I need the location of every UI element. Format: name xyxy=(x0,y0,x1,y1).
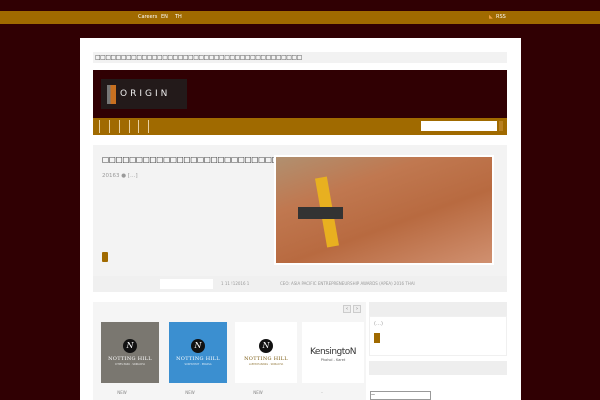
project-sub: Phahol - Karet xyxy=(320,357,346,362)
project-sub: SUKHUMVIT · PRAKSA xyxy=(184,363,212,366)
next-arrow-icon[interactable]: › xyxy=(353,305,361,313)
read-more-button[interactable] xyxy=(102,252,108,262)
logo-text: ORIGIN xyxy=(120,89,171,99)
nav-item[interactable] xyxy=(99,120,100,133)
project-card[interactable]: N NOTTING HILL LAEMCHABANG · SRIRACHA xyxy=(235,322,297,383)
project-logo-icon: N xyxy=(123,339,137,353)
search-input[interactable] xyxy=(421,121,497,131)
rss-link[interactable]: RSS xyxy=(496,14,506,20)
careers-link[interactable]: Careers xyxy=(138,14,157,20)
ticker-input[interactable] xyxy=(160,279,213,289)
project-logo-icon: N xyxy=(259,339,273,353)
prev-arrow-icon[interactable]: ‹ xyxy=(343,305,351,313)
project-card[interactable]: N NOTTING HILL CITIES PARK · SRIRACHA xyxy=(101,322,159,383)
project-label: NEW xyxy=(117,390,127,395)
rss-icon: ◣ xyxy=(489,14,493,20)
lang-en-link[interactable]: EN xyxy=(161,14,168,20)
sidebar-input[interactable]: — xyxy=(370,391,431,400)
logo[interactable]: ORIGIN xyxy=(101,79,187,109)
news-ticker[interactable]: CEO: ASIA PACIFIC ENTREPRENEURSHIP AWARD… xyxy=(280,281,415,286)
project-sub: LAEMCHABANG · SRIRACHA xyxy=(248,363,284,366)
nav-item[interactable] xyxy=(138,120,139,133)
project-label: NEW xyxy=(185,390,195,395)
project-name: NOTTING HILL xyxy=(108,356,152,362)
project-sub: CITIES PARK · SRIRACHA xyxy=(114,363,146,366)
top-bar: Careers EN TH ◣ RSS xyxy=(0,11,600,24)
project-card[interactable]: KensingtoN Phahol - Karet xyxy=(302,322,364,383)
project-name: KensingtoN xyxy=(309,346,357,357)
sidebar-header xyxy=(369,302,507,316)
sidebar-button[interactable] xyxy=(374,333,380,343)
nav-item[interactable] xyxy=(129,120,130,133)
ticker-bar: 1 11 !12016 1 CEO: ASIA PACIFIC ENTREPRE… xyxy=(93,276,507,292)
nav-item[interactable] xyxy=(119,120,120,133)
project-label: - xyxy=(321,390,323,395)
nav-item[interactable] xyxy=(148,120,149,133)
project-label: NEW xyxy=(253,390,263,395)
nav-item[interactable] xyxy=(109,120,110,133)
project-name: NOTTING HILL xyxy=(244,356,288,362)
search-button[interactable] xyxy=(499,121,503,131)
sidebar-excerpt: (…) xyxy=(374,321,383,327)
project-logo-icon: N xyxy=(191,339,205,353)
notice-bar: □□□□□□□□□□□□□□□□□□□□□□□□□□□□□□□□□□□□□□□□ xyxy=(93,52,507,63)
sidebar-box: (…) xyxy=(369,316,507,356)
slide-pager[interactable]: 1 11 !12016 1 xyxy=(221,281,249,286)
project-name: NOTTING HILL xyxy=(176,356,220,362)
slide-meta: 20163 ● […] xyxy=(102,173,138,179)
slide-image[interactable] xyxy=(274,155,494,265)
lang-th-link[interactable]: TH xyxy=(175,14,182,20)
sidebar-header-2 xyxy=(369,361,507,375)
project-card[interactable]: N NOTTING HILL SUKHUMVIT · PRAKSA xyxy=(169,322,227,383)
logo-mark-icon xyxy=(107,84,116,104)
